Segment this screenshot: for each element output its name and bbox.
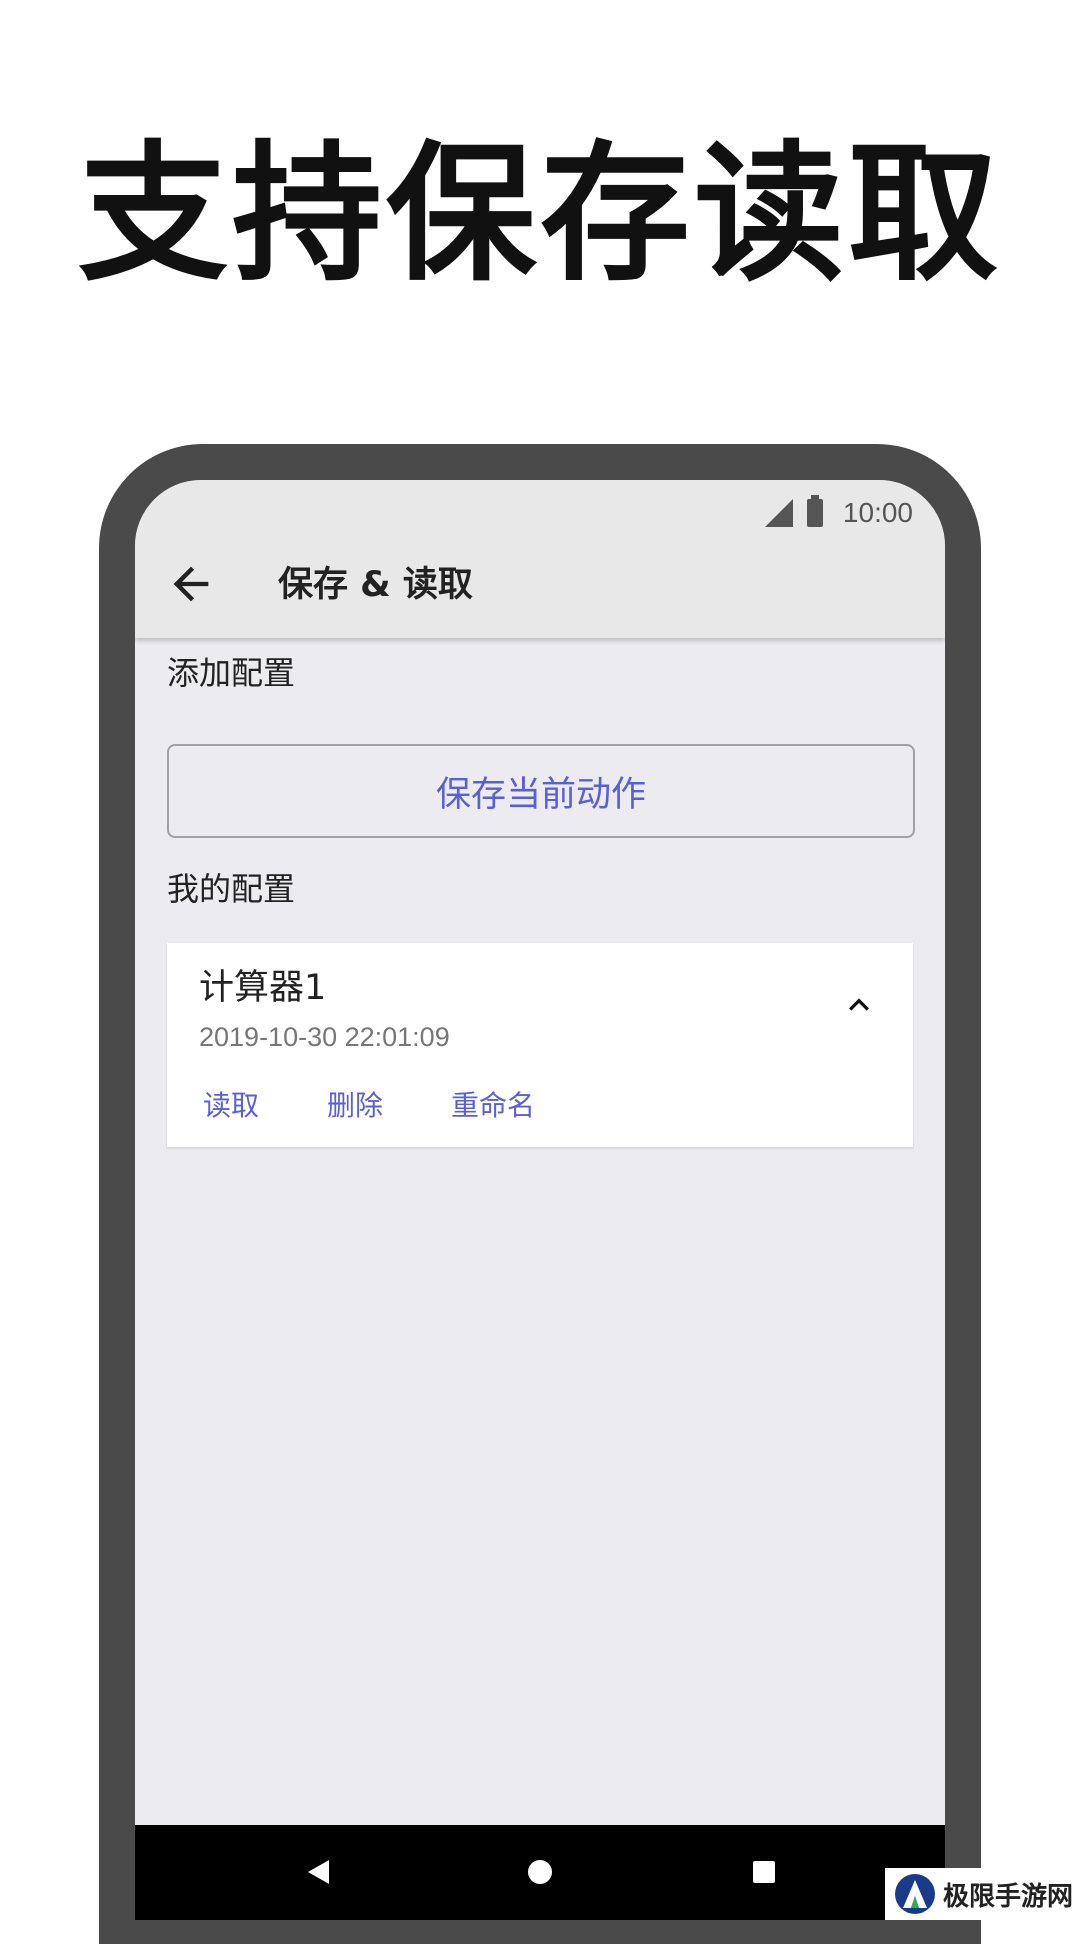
page-title: 保存 & 读取 <box>278 565 473 605</box>
config-name: 计算器1 <box>199 968 327 1008</box>
system-nav-bar <box>135 1825 945 1920</box>
phone-screen: 10:00 保存 & 读取 添加配置 保存当前动作 我的配置 计算器1 2019… <box>135 480 945 1920</box>
home-circle-icon[interactable] <box>515 1847 565 1897</box>
rename-button[interactable]: 重命名 <box>451 1084 535 1124</box>
chevron-up-icon[interactable] <box>839 985 879 1025</box>
back-triangle-icon[interactable] <box>292 1847 342 1897</box>
site-logo-icon <box>895 1874 935 1914</box>
load-button[interactable]: 读取 <box>203 1084 259 1124</box>
arrow-left-icon[interactable] <box>165 558 217 610</box>
status-bar: 10:00 <box>764 488 913 538</box>
config-actions: 读取 删除 重命名 <box>203 1079 603 1129</box>
battery-icon <box>806 495 823 527</box>
watermark-text: 极限手游网 <box>943 1881 1074 1912</box>
watermark: 极限手游网 <box>885 1868 1080 1920</box>
app-bar: 10:00 保存 & 读取 <box>135 480 945 638</box>
delete-button[interactable]: 删除 <box>327 1084 383 1124</box>
promo-headline: 支持保存读取 <box>77 128 1002 302</box>
save-current-action-button[interactable]: 保存当前动作 <box>167 744 915 838</box>
config-card: 计算器1 2019-10-30 22:01:09 读取 删除 重命名 <box>167 943 913 1147</box>
add-config-label: 添加配置 <box>167 654 296 692</box>
recents-square-icon[interactable] <box>739 1847 789 1897</box>
config-timestamp: 2019-10-30 22:01:09 <box>199 1022 450 1052</box>
status-time: 10:00 <box>842 497 913 528</box>
my-configs-label: 我的配置 <box>167 870 296 908</box>
signal-icon <box>764 499 793 527</box>
